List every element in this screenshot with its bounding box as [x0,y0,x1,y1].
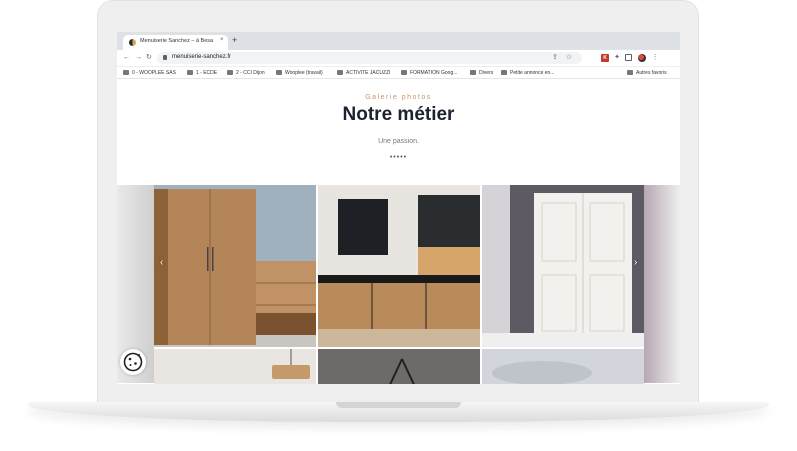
extension-k-icon[interactable]: K [601,54,609,62]
gallery-prev-arrow[interactable]: ‹ [160,257,163,268]
extensions-icon[interactable]: ✦ [613,54,621,62]
cookie-consent-button[interactable] [120,349,146,375]
tab-bar: Menuiserie Sanchez – à Besa × + [117,32,680,50]
gallery-photo-stairs[interactable] [318,349,480,384]
section-eyebrow: Galerie photos [365,94,432,101]
photo-gallery: ‹ › [154,185,644,384]
new-tab-button[interactable]: + [232,35,237,45]
reload-icon[interactable]: ↻ [146,53,152,63]
folder-icon [276,70,282,75]
gallery-next-peek [644,185,680,383]
wardrobe-photo [154,185,316,347]
back-icon[interactable]: ← [123,53,130,63]
laptop-notch [336,402,461,408]
bookmark-item[interactable]: Divers [470,69,493,77]
bookmark-item-other[interactable]: Autres favoris [627,69,667,77]
laptop-mockup: Menuiserie Sanchez – à Besa × + ← → ↻ me… [0,0,797,451]
gallery-next-arrow[interactable]: › [634,257,637,268]
forward-icon[interactable]: → [135,53,142,63]
stairs-photo [318,349,480,384]
gallery-photo-sky[interactable] [482,349,644,384]
address-bar[interactable]: menuiserie-sanchez.fr ⇪ ☆ [157,52,582,64]
browser-tab[interactable]: Menuiserie Sanchez – à Besa × [123,35,228,50]
kitchen-photo [318,185,480,347]
gallery-photo-lamp[interactable] [154,349,316,384]
gallery-photo-kitchen[interactable] [318,185,480,347]
folder-icon [501,70,507,75]
bookmark-item[interactable]: 2 - CCI Dijon [227,69,265,77]
sidepanel-icon[interactable] [625,54,632,61]
profile-icon[interactable] [638,54,646,62]
lamp-photo [154,349,316,384]
folder-icon [123,70,129,75]
door-photo [482,185,644,347]
bookmark-item[interactable]: Wooplee (travail) [276,69,323,77]
bookmark-item[interactable]: Petite annonce en... [501,69,554,77]
bookmark-item[interactable]: FORMATION Goog... [401,69,457,77]
bookmark-item[interactable]: 1 - ECDE [187,69,217,77]
browser-toolbar: ← → ↻ menuiserie-sanchez.fr ⇪ ☆ K ✦ ⋮ [117,50,680,67]
browser-screen: Menuiserie Sanchez – à Besa × + ← → ↻ me… [117,32,680,384]
bookmark-item[interactable]: 0 - WOOPLEE SAS [123,69,176,77]
folder-icon [470,70,476,75]
lock-icon [163,55,167,60]
cookie-icon [123,352,143,372]
page-tagline: Une passion. [378,138,419,145]
tab-title: Menuiserie Sanchez – à Besa [140,38,214,44]
folder-icon [227,70,233,75]
folder-icon [187,70,193,75]
folder-icon [337,70,343,75]
sky-photo [482,349,644,384]
share-icon[interactable]: ⇪ [551,54,559,62]
section-divider-dots: ••••• [389,154,408,161]
page-title: Notre métier [342,104,455,125]
bookmarks-bar: 0 - WOOPLEE SAS 1 - ECDE 2 - CCI Dijon W… [117,67,680,79]
menu-icon[interactable]: ⋮ [651,54,659,62]
gallery-photo-door[interactable]: › [482,185,644,347]
folder-icon [401,70,407,75]
favicon-icon [129,39,136,46]
star-icon[interactable]: ☆ [565,54,573,62]
bookmark-item[interactable]: ACTIVITE JACUZZI [337,69,390,77]
web-page: Galerie photos Notre métier Une passion.… [117,79,680,384]
close-tab-icon[interactable]: × [220,37,224,43]
folder-icon [627,70,633,75]
url-text: menuiserie-sanchez.fr [172,54,232,60]
gallery-photo-wardrobe[interactable]: ‹ [154,185,316,347]
